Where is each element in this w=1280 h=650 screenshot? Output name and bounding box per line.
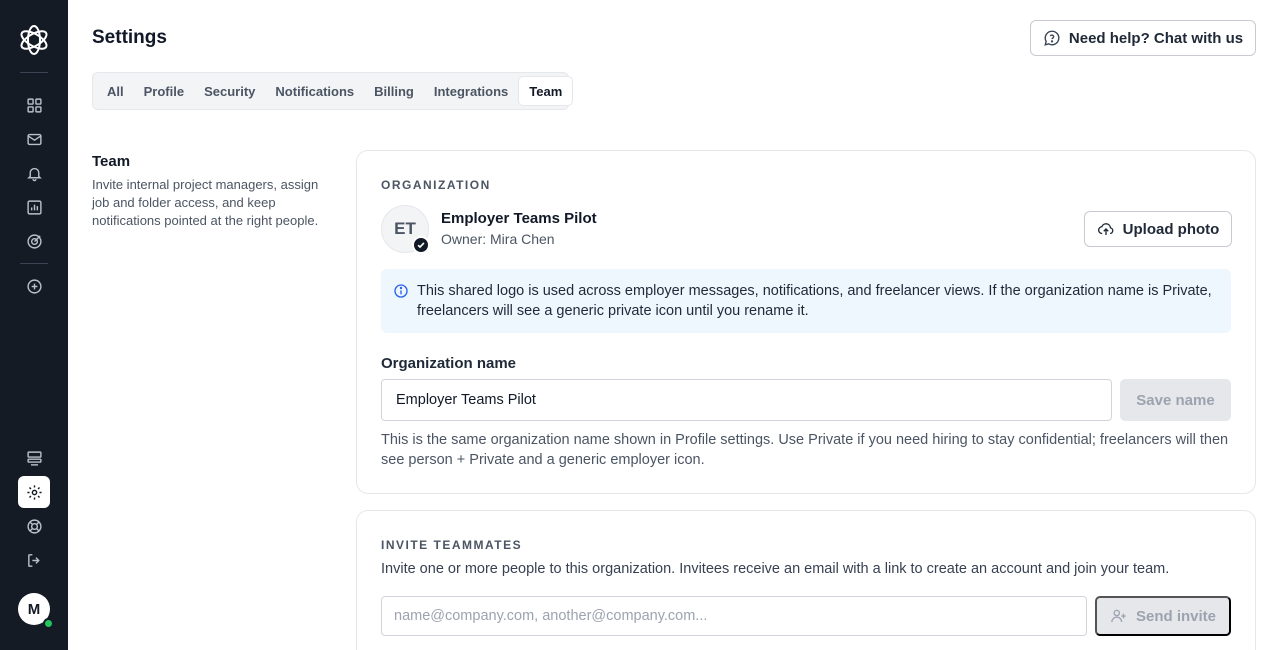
organization-name-label: Organization name [381,355,517,372]
send-invite-label: Send invite [1135,607,1217,625]
grid-icon[interactable] [24,95,44,115]
page-title: Settings [92,27,167,48]
invite-heading: INVITE TEAMMATES [381,538,523,552]
tab-integrations[interactable]: Integrations [424,76,518,106]
invite-description: Invite one or more people to this organi… [381,561,1170,577]
chat-help-label: Need help? Chat with us [1068,29,1244,47]
send-invite-button[interactable]: Send invite [1095,596,1231,636]
tab-profile[interactable]: Profile [134,76,194,106]
tab-all[interactable]: All [97,76,134,106]
invite-card: INVITE TEAMMATES Invite one or more peop… [356,510,1256,650]
upload-photo-button[interactable]: Upload photo [1084,211,1232,247]
verified-badge-icon [412,236,430,254]
logout-icon[interactable] [24,550,44,570]
section-title: Team [92,153,131,170]
online-status-dot [43,618,54,629]
target-icon[interactable] [24,231,44,251]
plus-circle-icon[interactable] [24,276,44,296]
bell-icon[interactable] [24,163,44,183]
chat-help-button[interactable]: Need help? Chat with us [1030,20,1256,56]
info-icon [394,284,408,298]
organization-heading: ORGANIZATION [381,178,491,192]
sidebar-divider [20,72,48,73]
tab-notifications[interactable]: Notifications [265,76,364,106]
tab-billing[interactable]: Billing [364,76,424,106]
chart-icon[interactable] [24,197,44,217]
gear-icon[interactable] [18,476,50,508]
organization-owner: Owner: Mira Chen [441,231,555,247]
organization-name-help: This is the same organization name shown… [381,432,1229,468]
invite-email-input[interactable] [381,596,1087,636]
upload-photo-label: Upload photo [1122,220,1220,238]
organization-name: Employer Teams Pilot [441,210,597,227]
tab-security[interactable]: Security [194,76,265,106]
app-logo-icon[interactable] [17,23,51,57]
sidebar: M [0,0,68,650]
organization-name-input[interactable] [381,379,1112,421]
save-name-button[interactable]: Save name [1120,379,1231,421]
sidebar-divider [20,263,48,264]
info-text: This shared logo is used across employer… [417,283,1212,319]
mail-icon[interactable] [24,129,44,149]
section-description: Invite internal project managers, assign… [92,177,319,228]
chat-help-icon [1044,30,1060,46]
cloud-upload-icon [1097,223,1114,235]
settings-tabs: All Profile Security Notifications Billi… [92,72,574,110]
server-icon[interactable] [24,448,44,468]
lifebuoy-icon[interactable] [24,516,44,536]
add-user-icon [1111,609,1126,623]
info-banner: This shared logo is used across employer… [381,269,1231,333]
organization-card: ORGANIZATION ET Employer Teams Pilot Own… [356,150,1256,494]
tab-team[interactable]: Team [518,76,574,106]
